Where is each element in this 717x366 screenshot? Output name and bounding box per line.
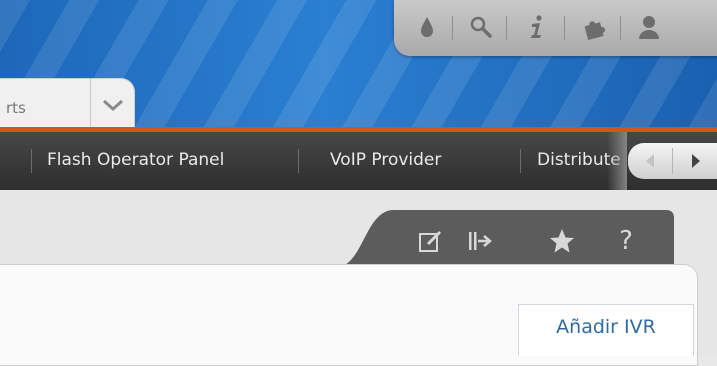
logout-icon[interactable] <box>466 227 494 255</box>
module-selector-label: rts <box>6 99 26 117</box>
scroll-right-button[interactable] <box>676 143 716 179</box>
icon-separator <box>564 16 565 40</box>
nav-item-flash-operator-panel[interactable]: Flash Operator Panel <box>47 150 224 170</box>
top-icon-bar <box>394 0 717 56</box>
puzzle-icon[interactable] <box>579 11 609 43</box>
star-icon[interactable] <box>548 227 576 255</box>
module-selector[interactable]: rts <box>0 78 135 132</box>
nav-overflow-fade <box>607 132 627 190</box>
button-list-border <box>518 348 694 356</box>
user-icon[interactable] <box>634 11 664 43</box>
info-icon[interactable] <box>522 11 552 43</box>
nav-separator <box>520 149 521 173</box>
scroll-left-button[interactable] <box>630 143 670 179</box>
icon-separator <box>452 16 453 40</box>
nav-separator <box>298 149 299 173</box>
chevron-down-icon[interactable] <box>90 79 135 131</box>
icon-separator <box>506 16 507 40</box>
nav-scroller <box>628 143 717 179</box>
water-drop-icon[interactable] <box>412 11 442 43</box>
help-icon[interactable]: ? <box>612 226 640 256</box>
nav-item-voip-provider[interactable]: VoIP Provider <box>330 150 441 170</box>
scroller-separator <box>672 148 673 174</box>
search-icon[interactable] <box>466 11 496 43</box>
edit-icon[interactable] <box>416 227 444 255</box>
icon-separator <box>620 16 621 40</box>
add-ivr-button[interactable]: Añadir IVR <box>518 304 694 350</box>
nav-separator <box>31 149 32 173</box>
